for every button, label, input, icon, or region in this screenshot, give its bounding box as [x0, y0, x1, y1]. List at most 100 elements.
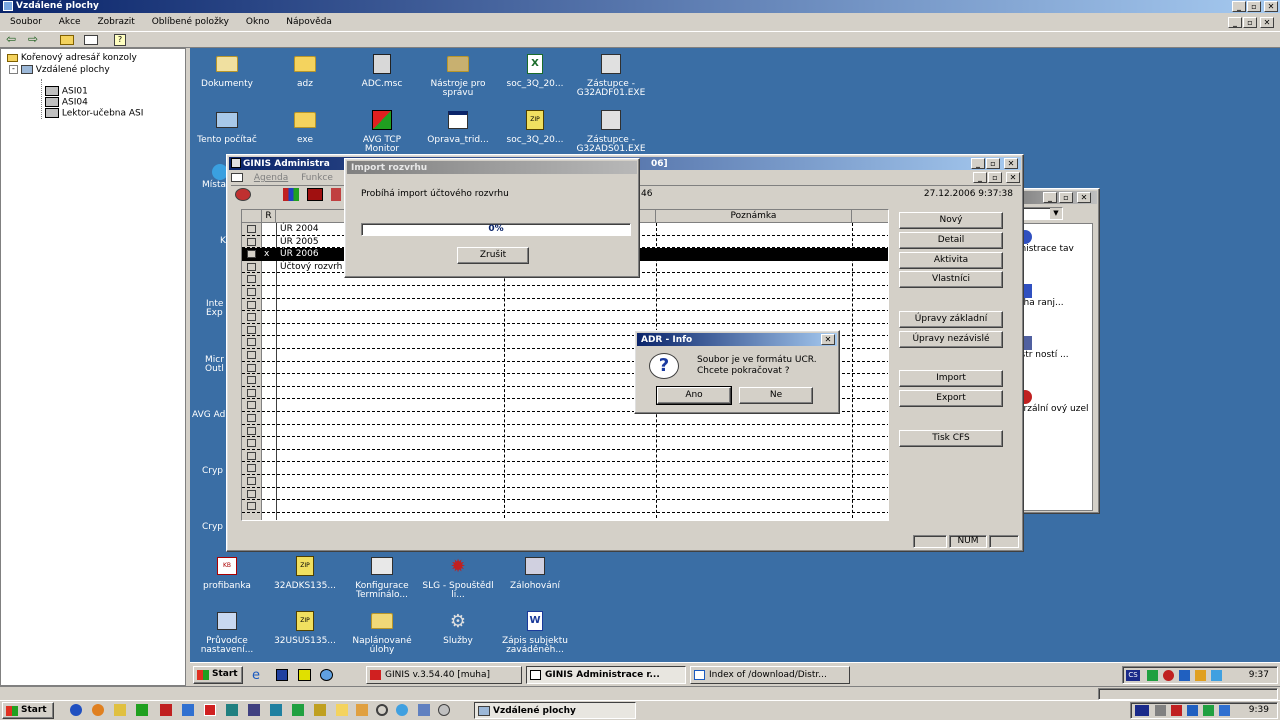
partial-icon-avg-admin[interactable]: AVG Ad [192, 410, 225, 420]
desktop-icon-g32ads01[interactable]: Zástupce - G32ADS01.EXE [575, 108, 647, 154]
row-selector-icon[interactable] [247, 451, 256, 460]
row-selector-icon[interactable] [247, 288, 256, 296]
desktop-icon-naplanovane[interactable]: Naplánované úlohy [346, 609, 418, 655]
ql-tool-icon[interactable] [136, 704, 148, 716]
row-selector-icon[interactable] [247, 363, 256, 372]
partial-icon-cryp2[interactable]: Cryp [202, 522, 223, 532]
language-indicator[interactable]: CS [1126, 670, 1140, 681]
table-row[interactable] [242, 425, 888, 438]
tray-app-icon[interactable] [1195, 670, 1206, 681]
ql-folder-icon[interactable] [336, 704, 348, 716]
app-quicklaunch-icon[interactable] [298, 669, 311, 681]
ql-network-icon[interactable] [270, 704, 282, 716]
table-row[interactable] [242, 450, 888, 463]
row-selector-icon[interactable] [247, 262, 256, 271]
bg-item-4[interactable]: erzální ový uzel [1018, 390, 1092, 414]
grid-header-poznamka[interactable]: Poznámka [656, 210, 852, 223]
tray-update-icon[interactable] [1219, 705, 1230, 716]
row-selector-icon[interactable] [247, 250, 256, 259]
mdi-close-button[interactable]: ✕ [1260, 17, 1274, 28]
tray-net-icon[interactable] [1187, 705, 1198, 716]
outer-title-bar[interactable]: Vzdálené plochy _ ▫ ✕ [0, 0, 1280, 13]
table-row[interactable] [242, 462, 888, 475]
row-selector-icon[interactable] [247, 502, 256, 511]
row-selector-icon[interactable] [247, 388, 256, 397]
close-button[interactable]: ✕ [1264, 1, 1278, 12]
tray-volume-icon[interactable] [1155, 705, 1166, 716]
tray-shield-icon[interactable] [1179, 670, 1190, 681]
bg-minimize-button[interactable]: _ [1043, 192, 1057, 203]
ie-quicklaunch-icon[interactable]: e [252, 668, 260, 683]
desktop-icon-avg-tcp[interactable]: AVG TCP Monitor [346, 108, 418, 154]
desktop-icon-konfigurace[interactable]: Konfigurace Terminálo... [346, 554, 418, 600]
outer-start-button[interactable]: Start [2, 702, 54, 719]
import-dialog-title-bar[interactable]: Import rozvrhu [347, 161, 637, 174]
row-selector-icon[interactable] [247, 237, 256, 246]
table-row[interactable] [242, 488, 888, 501]
tray-lang-icon[interactable] [1135, 705, 1149, 716]
ql-chart-icon[interactable] [314, 704, 326, 716]
refresh-icon[interactable] [235, 188, 251, 201]
row-selector-icon[interactable] [247, 300, 256, 309]
desktop-icon-soc-xls[interactable]: Xsoc_3Q_20... [499, 52, 571, 89]
desktop-icon-profibanka[interactable]: KB profibanka [191, 554, 263, 591]
desktop-icon-sluzby[interactable]: ⚙ Služby [422, 609, 494, 646]
ql-pdf-icon[interactable] [204, 704, 216, 716]
no-button[interactable]: Ne [739, 387, 813, 404]
ql-firefox-icon[interactable] [92, 704, 104, 716]
save-quicklaunch-icon[interactable] [276, 669, 288, 681]
tree-root[interactable]: Kořenový adresář konzoly [7, 53, 137, 63]
tray-monitor-icon[interactable] [1211, 670, 1222, 681]
row-selector-icon[interactable] [247, 376, 256, 385]
print-cfs-button[interactable]: Tisk CFS [899, 430, 1003, 447]
menu-agenda[interactable]: Agenda [254, 173, 288, 183]
ginis-maximize-button[interactable]: ▫ [986, 158, 1000, 169]
row-selector-icon[interactable] [247, 489, 256, 498]
bg-item-1[interactable]: inistrace tav [1018, 230, 1092, 254]
row-selector-icon[interactable] [247, 275, 256, 284]
partial-tool-icon[interactable] [331, 188, 341, 201]
ql-tree-icon[interactable] [292, 704, 304, 716]
desktop-icon-dokumenty[interactable]: Dokumenty [191, 52, 263, 89]
up-folder-icon[interactable] [60, 35, 74, 45]
back-arrow-icon[interactable]: ⇦ [6, 32, 16, 46]
ginis-mdi-restore[interactable]: ▫ [988, 172, 1002, 183]
ql-search-icon[interactable] [376, 704, 388, 716]
yes-button[interactable]: Ano [656, 386, 732, 405]
mdi-restore-button[interactable]: ▫ [1243, 17, 1257, 28]
help-icon[interactable]: ? [114, 34, 126, 46]
desktop-icon-nastroje[interactable]: Nástroje pro správu [422, 52, 494, 98]
taskbar-ginis[interactable]: GINIS v.3.54.40 [muha] [366, 666, 522, 684]
ginis-mdi-close[interactable]: ✕ [1006, 172, 1020, 183]
detail-button[interactable]: Detail [899, 232, 1003, 249]
ql-app-icon[interactable] [226, 704, 238, 716]
row-selector-icon[interactable] [247, 439, 256, 448]
tree-item-asi04[interactable]: ASI04 [45, 97, 88, 108]
row-selector-icon[interactable] [247, 313, 256, 322]
desktop-icon-zapis[interactable]: W Zápis subjektu zaváděnéh... [499, 609, 571, 655]
desktop-icon-32usus[interactable]: ZIP 32USUS135... [269, 609, 341, 646]
row-selector-icon[interactable] [247, 464, 256, 473]
menu-napoveda[interactable]: Nápověda [286, 17, 332, 27]
ql-mail-icon[interactable] [114, 704, 126, 716]
new-button[interactable]: Nový [899, 212, 1003, 229]
tree-item-lektor[interactable]: Lektor-učebna ASI [45, 108, 143, 119]
owners-button[interactable]: Vlastníci [899, 271, 1003, 288]
table-row[interactable] [242, 299, 888, 312]
partial-icon-cryp1[interactable]: Cryp [202, 466, 223, 476]
mdi-minimize-button[interactable]: _ [1228, 17, 1242, 28]
desktop-icon-pruvodce[interactable]: Průvodce nastavení... [191, 609, 263, 655]
partial-icon-mista[interactable]: Místa [202, 164, 228, 190]
menu-akce[interactable]: Akce [59, 17, 81, 27]
info-close-button[interactable]: ✕ [821, 334, 835, 345]
ginis-close-button[interactable]: ✕ [1004, 158, 1018, 169]
ginis-minimize-button[interactable]: _ [971, 158, 985, 169]
ql-globe-icon[interactable] [396, 704, 408, 716]
ql-box-icon[interactable] [356, 704, 368, 716]
desktop-icon-32adks[interactable]: ZIP 32ADKS135... [269, 554, 341, 591]
tray-av-icon[interactable] [1203, 705, 1214, 716]
row-selector-icon[interactable] [247, 338, 256, 347]
maximize-button[interactable]: ▫ [1247, 1, 1261, 12]
bg-maximize-button[interactable]: ▫ [1059, 192, 1073, 203]
row-selector-icon[interactable] [247, 325, 256, 334]
